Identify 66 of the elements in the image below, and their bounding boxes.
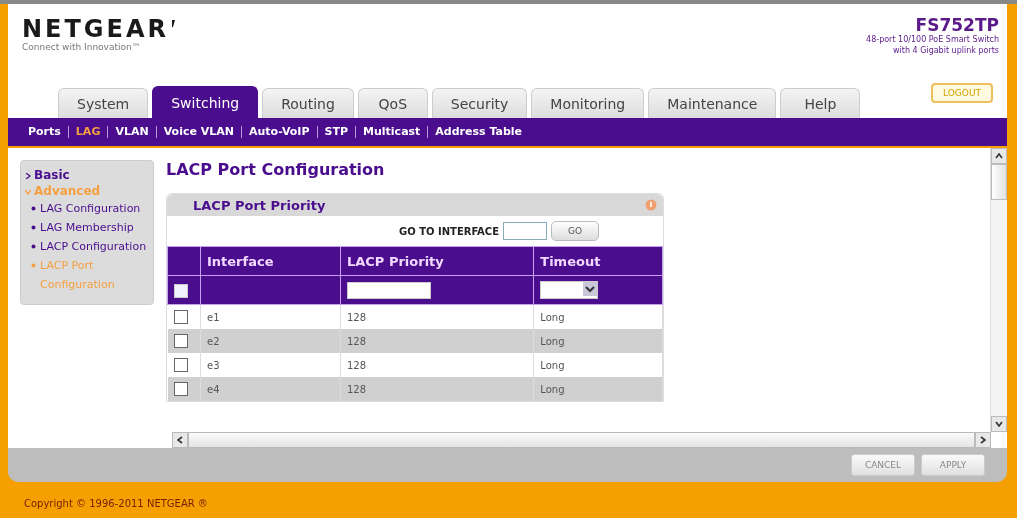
subnav-link[interactable]: Voice VLAN (155, 126, 234, 138)
table-cell: 128 (346, 335, 367, 347)
bullet-icon (31, 244, 36, 249)
caret-icon (583, 282, 598, 296)
model-description: 48-port 10/100 PoE Smart Switch (866, 34, 999, 45)
chevron-icon (25, 189, 31, 195)
go-to-interface-label: GO TO INTERFACE (399, 225, 500, 237)
nav-tab[interactable]: Security (431, 88, 528, 118)
sidebar-item[interactable]: Basic (25, 167, 149, 183)
nav-tab[interactable]: Switching (152, 86, 259, 118)
table-cell: e1 (207, 311, 220, 323)
go-button[interactable]: GO (551, 221, 600, 241)
table-cell: Long (540, 383, 565, 395)
logo: NETGEAR (22, 16, 169, 42)
logo-mark-icon (171, 20, 176, 27)
subnav-link[interactable]: VLAN (107, 126, 149, 138)
nav-tab[interactable]: Maintenance (648, 88, 777, 118)
bullet-icon (31, 225, 36, 230)
tagline: Connect with Innovation™ (22, 42, 142, 52)
bullet-icon (31, 263, 36, 268)
subnav-link[interactable]: LAG (67, 126, 101, 138)
vertical-scrollbar[interactable] (990, 148, 1007, 432)
nav-tab[interactable]: System (58, 88, 149, 118)
row-checkbox[interactable] (173, 310, 188, 324)
horizontal-scrollbar[interactable] (8, 432, 1007, 448)
sidebar-subitem[interactable]: LACP Configuration (40, 237, 147, 256)
interface-field[interactable] (503, 222, 548, 240)
subnav-link[interactable]: Address Table (427, 126, 523, 138)
table-cell: 128 (346, 359, 367, 371)
table-cell: Long (540, 311, 565, 323)
subnav-link[interactable]: Ports (28, 126, 61, 138)
copyright: Copyright © 1996-2011 NETGEAR ® (23, 496, 209, 511)
table-cell: e3 (207, 359, 220, 371)
subnav-link[interactable]: Multicast (355, 126, 421, 138)
model-name: FS752TP (915, 16, 999, 34)
nav-tab[interactable]: Monitoring (531, 88, 645, 118)
panel-title: LACP Port Priority (193, 197, 326, 213)
table-cell: Long (540, 359, 565, 371)
scroll-thumb[interactable] (188, 432, 975, 448)
table-cell: e4 (207, 383, 220, 395)
table-cell: Long (540, 335, 565, 347)
priority-field[interactable] (346, 281, 431, 299)
nav-tab[interactable]: Help (780, 88, 861, 118)
help-icon[interactable] (645, 199, 657, 211)
subnav-link[interactable]: Auto-VoIP (240, 126, 310, 138)
table-cell: 128 (346, 311, 367, 323)
sidebar-subitem[interactable]: LAG Configuration (40, 199, 141, 218)
subnav-link[interactable]: STP (316, 126, 349, 138)
page-title: LACP Port Configuration (166, 160, 386, 179)
scroll-thumb[interactable] (991, 164, 1007, 200)
model-description: with 4 Gigabit uplink ports (893, 45, 999, 56)
nav-tab[interactable]: QoS (357, 88, 428, 118)
sidebar-subitem[interactable]: LAG Membership (40, 218, 134, 237)
select-all-checkbox[interactable] (174, 284, 188, 298)
column-header: Interface (200, 246, 341, 276)
table-cell: e2 (207, 335, 220, 347)
column-header: LACP Priority (340, 246, 534, 276)
row-checkbox[interactable] (173, 334, 188, 348)
bullet-icon (31, 206, 36, 211)
row-checkbox[interactable] (173, 382, 188, 396)
row-checkbox[interactable] (173, 358, 188, 372)
table-cell: 128 (346, 383, 367, 395)
nav-tab[interactable]: Routing (262, 88, 354, 118)
column-header: Timeout (533, 246, 663, 276)
timeout-dropdown[interactable] (540, 281, 599, 299)
chevron-icon (25, 173, 31, 179)
